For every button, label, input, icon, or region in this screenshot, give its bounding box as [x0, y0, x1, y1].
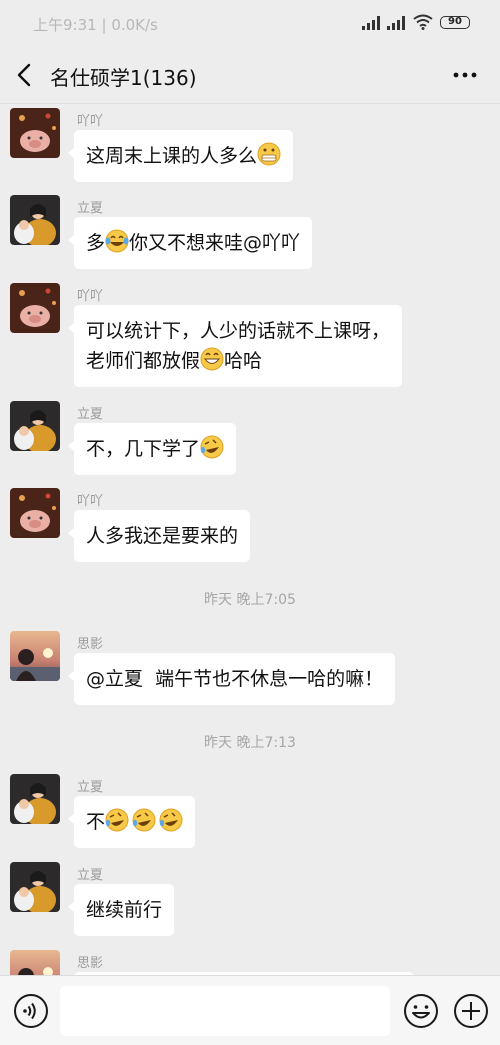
more-dots-icon[interactable]: [452, 62, 478, 88]
grimace-emoji-icon: [257, 142, 281, 166]
signal-icon-2: [387, 16, 405, 30]
message-bubble[interactable]: 不，几下学了: [67, 423, 237, 475]
message-timestamp: 昨天 晚上7:13: [204, 735, 296, 751]
avatar-lixia[interactable]: [10, 774, 60, 824]
sunset-avatar-icon: [10, 631, 60, 681]
message-bubble[interactable]: 这周末上课的人多么: [67, 130, 294, 182]
chat-message-list[interactable]: 吖吖 这周末上课的人多么 立夏 多你又不想来哇@吖吖 吖吖 可以统计下，人少的话…: [0, 105, 500, 975]
back-arrow-icon[interactable]: [14, 62, 36, 88]
status-bar: 上午9:31 | 0.0K/s 90: [0, 0, 500, 46]
signal-icon: [362, 16, 380, 30]
tears-of-joy-emoji-icon: [105, 229, 129, 253]
avatar-siying[interactable]: [10, 631, 60, 681]
message-bubble[interactable]: 多你又不想来哇@吖吖: [67, 217, 313, 269]
rofl-emoji-icon: [159, 808, 183, 832]
avatar-lixia[interactable]: [10, 195, 60, 245]
message-bubble[interactable]: 不: [67, 796, 196, 848]
sunset-avatar-icon: [10, 950, 60, 975]
chat-header: 名仕硕学1(136): [0, 46, 500, 104]
sender-name: 立夏: [77, 407, 104, 422]
wifi-icon: [413, 14, 433, 30]
message-bubble[interactable]: @立夏 端午节也不休息一哈的嘛！: [67, 653, 396, 705]
pig-avatar-icon: [10, 108, 60, 158]
message-bubble[interactable]: 人多我还是要来的: [67, 510, 251, 562]
sender-name: 立夏: [77, 201, 104, 216]
rofl-emoji-icon: [132, 808, 156, 832]
grin-emoji-icon: [200, 347, 224, 371]
sender-name: 立夏: [77, 780, 104, 795]
avatar-yaya[interactable]: [10, 283, 60, 333]
page-title: 名仕硕学1(136): [50, 66, 197, 90]
emoji-face-icon[interactable]: [403, 993, 439, 1029]
battery-icon: 90: [440, 16, 470, 29]
mother-child-avatar-icon: [10, 774, 60, 824]
mother-child-avatar-icon: [10, 195, 60, 245]
voice-icon[interactable]: [13, 993, 49, 1029]
rofl-emoji-icon: [200, 435, 224, 459]
sender-name: 立夏: [77, 868, 104, 883]
pig-avatar-icon: [10, 488, 60, 538]
message-bubble[interactable]: 继续前行: [67, 884, 175, 936]
avatar-yaya[interactable]: [10, 108, 60, 158]
pig-avatar-icon: [10, 283, 60, 333]
message-timestamp: 昨天 晚上7:05: [204, 592, 296, 608]
sender-name: 吖吖: [77, 494, 104, 509]
status-time: 上午9:31 | 0.0K/s: [33, 16, 158, 34]
avatar-yaya[interactable]: [10, 488, 60, 538]
sender-name: 思影: [77, 956, 104, 971]
message-bubble[interactable]: 可以统计下，人少的话就不上课呀， 老师们都放假 哈哈: [67, 305, 403, 387]
avatar-lixia[interactable]: [10, 862, 60, 912]
input-bar: [0, 975, 500, 1045]
plus-icon[interactable]: [453, 993, 489, 1029]
sender-name: 吖吖: [77, 114, 104, 129]
mother-child-avatar-icon: [10, 401, 60, 451]
avatar-lixia[interactable]: [10, 401, 60, 451]
rofl-emoji-icon: [105, 808, 129, 832]
avatar-siying[interactable]: [10, 950, 60, 975]
sender-name: 吖吖: [77, 289, 104, 304]
mother-child-avatar-icon: [10, 862, 60, 912]
message-input[interactable]: [60, 986, 390, 1036]
sender-name: 思影: [77, 637, 104, 652]
